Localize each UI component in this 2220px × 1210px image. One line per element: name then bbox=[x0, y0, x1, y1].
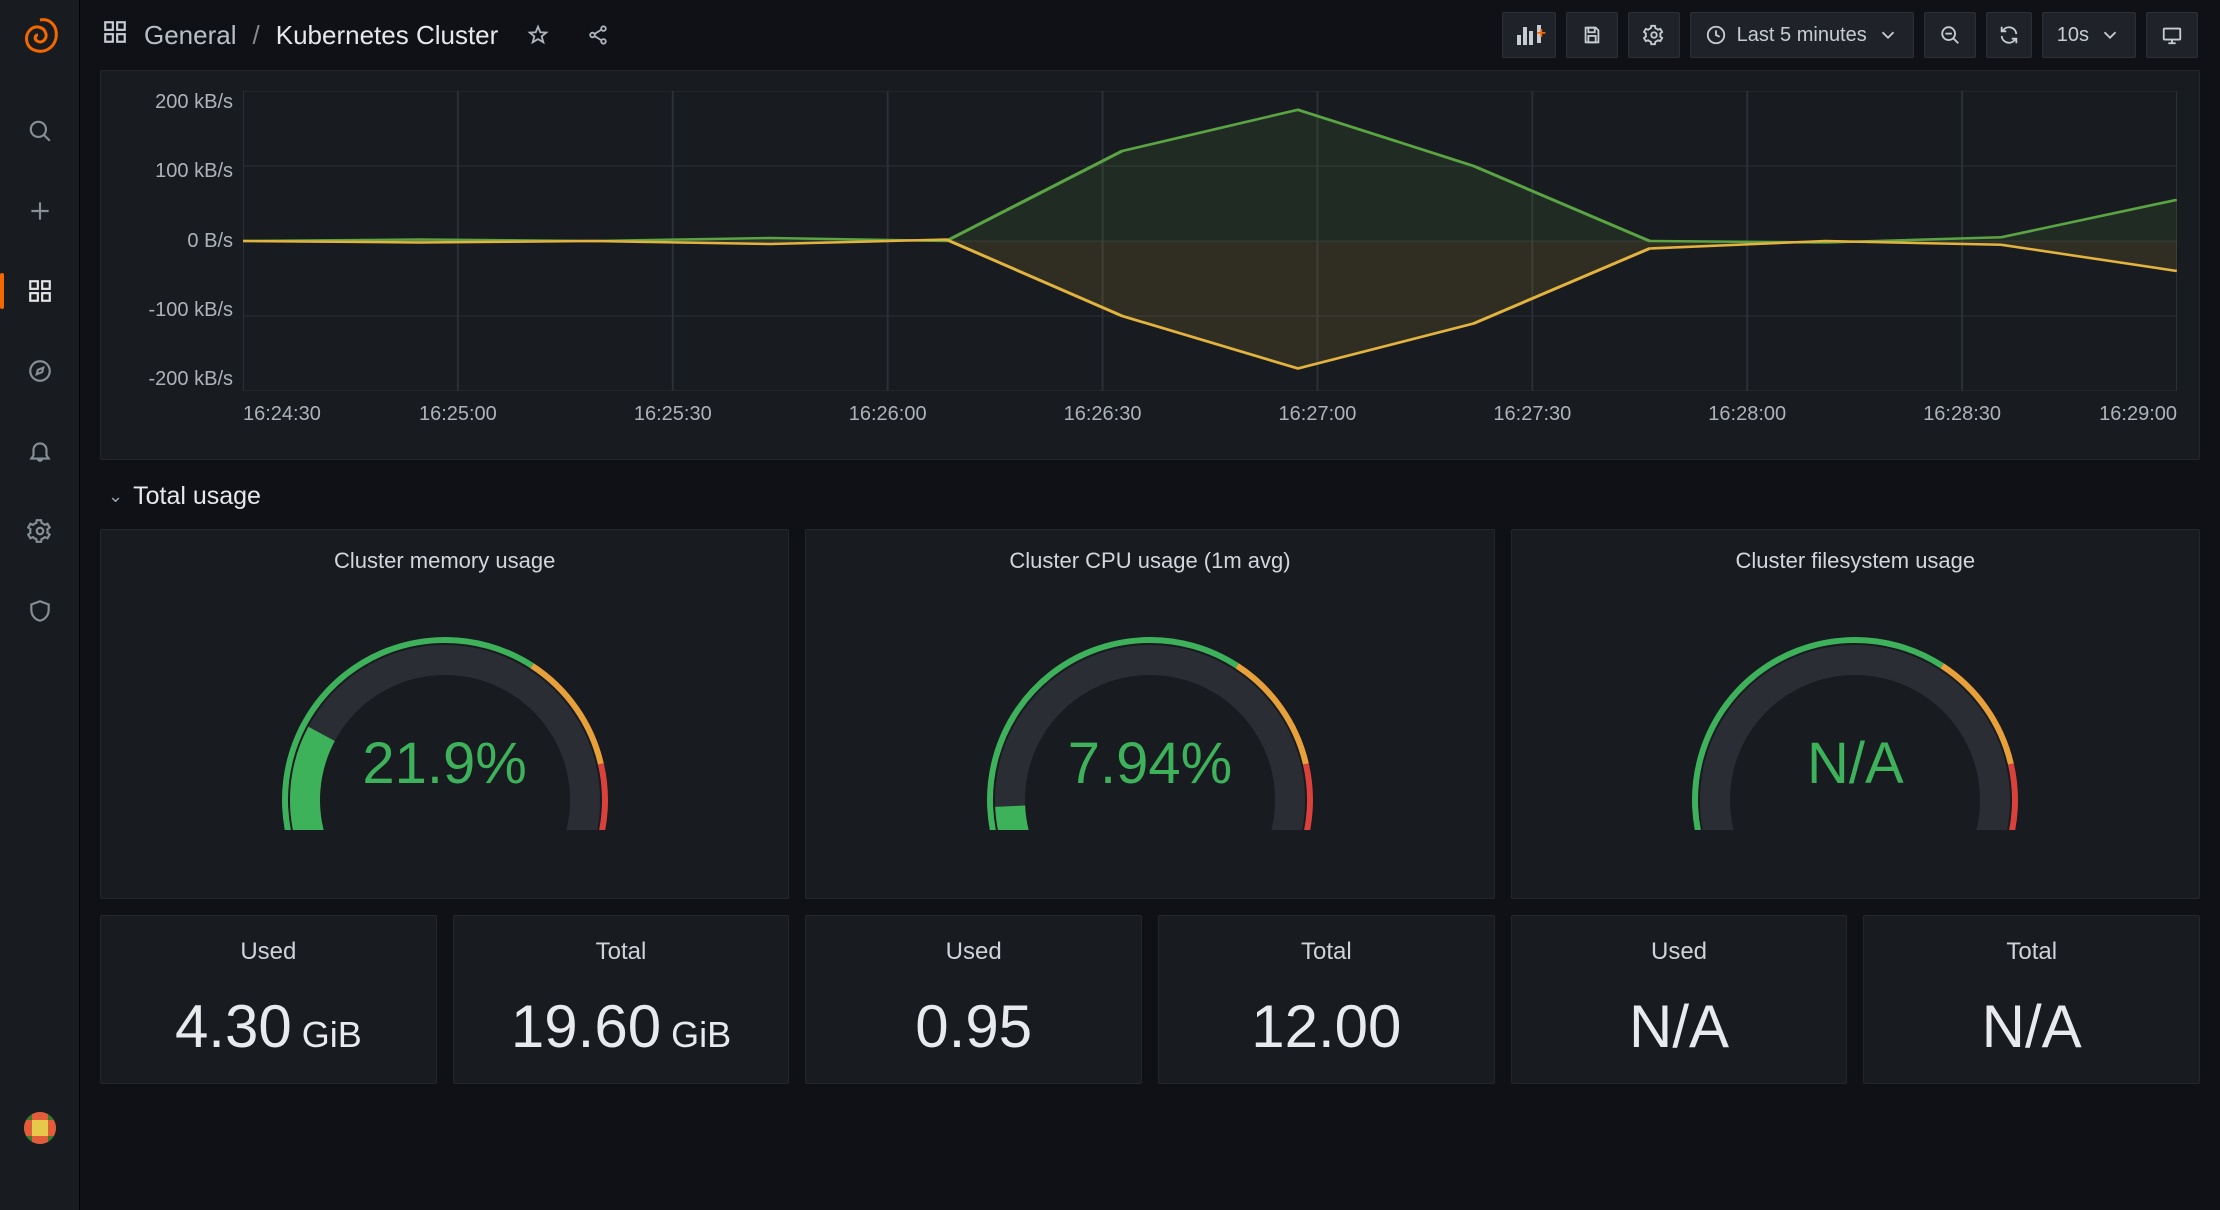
gauge-value: 21.9% bbox=[362, 730, 526, 797]
share-icon[interactable] bbox=[578, 15, 618, 55]
stat-value: N/A bbox=[1629, 992, 1729, 1061]
stat-title: Used bbox=[1651, 938, 1707, 966]
zoom-out-button[interactable] bbox=[1924, 12, 1976, 58]
stat-value: 0.95 bbox=[915, 992, 1032, 1061]
breadcrumb-separator: / bbox=[253, 20, 260, 51]
stat-3[interactable]: Total 12.00 bbox=[1158, 915, 1495, 1084]
dashboards-icon[interactable] bbox=[18, 269, 62, 313]
time-range-button[interactable]: Last 5 minutes bbox=[1690, 12, 1914, 58]
config-icon[interactable] bbox=[18, 509, 62, 553]
refresh-interval-label: 10s bbox=[2057, 24, 2089, 47]
tv-mode-button[interactable] bbox=[2146, 12, 2198, 58]
gauge-value: N/A bbox=[1807, 730, 1904, 797]
settings-button[interactable] bbox=[1628, 12, 1680, 58]
gauge-title: Cluster memory usage bbox=[334, 548, 555, 574]
stat-value: 19.60GiB bbox=[511, 992, 731, 1061]
plus-icon[interactable] bbox=[18, 189, 62, 233]
breadcrumb-folder[interactable]: General bbox=[144, 20, 237, 51]
chevron-down-icon bbox=[2099, 24, 2121, 46]
stat-1[interactable]: Total 19.60GiB bbox=[453, 915, 790, 1084]
stat-title: Total bbox=[1301, 938, 1352, 966]
gauge-value: 7.94% bbox=[1068, 730, 1232, 797]
dashboards-home-icon[interactable] bbox=[102, 19, 128, 52]
sidebar bbox=[0, 0, 80, 1210]
gauge-0[interactable]: Cluster memory usage 21.9% bbox=[100, 529, 789, 899]
stat-title: Used bbox=[946, 938, 1002, 966]
refresh-interval-button[interactable]: 10s bbox=[2042, 12, 2136, 58]
stat-value: 4.30GiB bbox=[175, 992, 362, 1061]
chart-plot bbox=[243, 91, 2177, 391]
row-total-usage[interactable]: ⌄ Total usage bbox=[100, 460, 2200, 529]
gauge-title: Cluster CPU usage (1m avg) bbox=[1009, 548, 1290, 574]
chevron-down-icon bbox=[1877, 24, 1899, 46]
stat-2[interactable]: Used 0.95 bbox=[805, 915, 1142, 1084]
stat-value: N/A bbox=[1982, 992, 2082, 1061]
header: General / Kubernetes Cluster + Last 5 mi… bbox=[80, 0, 2220, 70]
shield-icon[interactable] bbox=[18, 589, 62, 633]
refresh-button[interactable] bbox=[1986, 12, 2032, 58]
chart-y-labels: 200 kB/s100 kB/s0 B/s-100 kB/s-200 kB/s bbox=[123, 91, 243, 391]
chevron-down-icon: ⌄ bbox=[108, 486, 123, 507]
stat-5[interactable]: Total N/A bbox=[1863, 915, 2200, 1084]
stat-value: 12.00 bbox=[1251, 992, 1401, 1061]
time-range-label: Last 5 minutes bbox=[1737, 24, 1867, 47]
gauge-1[interactable]: Cluster CPU usage (1m avg) 7.94% bbox=[805, 529, 1494, 899]
alerting-icon[interactable] bbox=[18, 429, 62, 473]
stat-title: Used bbox=[240, 938, 296, 966]
breadcrumb[interactable]: General / Kubernetes Cluster bbox=[102, 19, 498, 52]
avatar[interactable] bbox=[24, 1112, 56, 1144]
grafana-logo[interactable] bbox=[20, 16, 60, 59]
chart-x-labels: 16:24:3016:25:0016:25:3016:26:0016:26:30… bbox=[243, 391, 2177, 426]
row-title-label: Total usage bbox=[133, 482, 261, 511]
gauge-2[interactable]: Cluster filesystem usage N/A bbox=[1511, 529, 2200, 899]
stat-0[interactable]: Used 4.30GiB bbox=[100, 915, 437, 1084]
search-icon[interactable] bbox=[18, 109, 62, 153]
add-panel-button[interactable]: + bbox=[1502, 12, 1556, 58]
star-icon[interactable] bbox=[518, 15, 558, 55]
gauge-title: Cluster filesystem usage bbox=[1735, 548, 1975, 574]
save-button[interactable] bbox=[1566, 12, 1618, 58]
stat-title: Total bbox=[596, 938, 647, 966]
stat-4[interactable]: Used N/A bbox=[1511, 915, 1848, 1084]
network-chart-panel[interactable]: 200 kB/s100 kB/s0 B/s-100 kB/s-200 kB/s … bbox=[100, 70, 2200, 460]
stat-title: Total bbox=[2006, 938, 2057, 966]
breadcrumb-title[interactable]: Kubernetes Cluster bbox=[276, 20, 499, 51]
explore-icon[interactable] bbox=[18, 349, 62, 393]
